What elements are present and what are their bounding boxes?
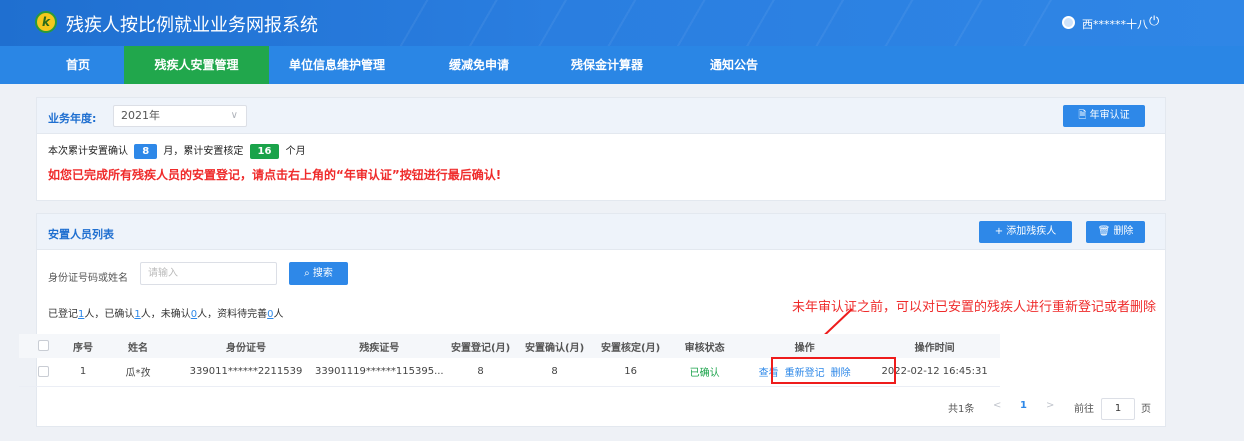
select-all-checkbox[interactable] bbox=[37, 340, 49, 352]
pager-prev-button[interactable]: < bbox=[993, 400, 1001, 411]
nav-item-unit-info[interactable]: 单位信息维护管理 bbox=[278, 46, 396, 84]
registration-stats: 已登记1人，已确认1人，未确认0人，资料待完善0人 bbox=[48, 309, 284, 320]
verify-months-badge: 16 bbox=[249, 144, 280, 159]
delete-button[interactable]: 🗑 删除 bbox=[1086, 221, 1145, 243]
col-header: 安置核定(月) bbox=[591, 334, 670, 358]
col-header: 残疾证号 bbox=[315, 334, 444, 358]
row-name: 瓜*孜 bbox=[99, 358, 177, 387]
col-header: 姓名 bbox=[99, 334, 177, 358]
row-confirm-months: 8 bbox=[517, 358, 592, 387]
pager-next-button[interactable]: > bbox=[1046, 400, 1054, 411]
app-title: 残疾人按比例就业业务网报系统 bbox=[66, 15, 318, 36]
col-header: 身份证号 bbox=[177, 334, 315, 358]
col-header: 安置登记(月) bbox=[443, 334, 518, 358]
user-avatar-icon[interactable] bbox=[1062, 16, 1075, 29]
year-panel: 业务年度: 2021年 ∨ 🗎 年审认证 本次累计安置确认 8 月，累计安置核定… bbox=[36, 97, 1166, 201]
placement-count-line: 本次累计安置确认 8 月，累计安置核定 16 个月 bbox=[48, 144, 306, 159]
power-icon[interactable]: ⏻ bbox=[1149, 14, 1159, 29]
row-verify-months: 16 bbox=[591, 358, 670, 387]
warning-message: 如您已完成所有残疾人员的安置登记，请点击右上角的“年审认证”按钮进行最后确认! bbox=[48, 168, 502, 182]
main-nav: 首页 残疾人安置管理 单位信息维护管理 缓减免申请 残保金计算器 通知公告 bbox=[0, 46, 1244, 84]
year-label: 业务年度: bbox=[48, 112, 97, 125]
row-reg-months: 8 bbox=[443, 358, 518, 387]
col-header: 操作 bbox=[739, 334, 870, 358]
trash-icon: 🗑 bbox=[1097, 226, 1114, 237]
app-header: k 残疾人按比例就业业务网报系统 西******十八 ⏻ bbox=[0, 0, 1244, 46]
row-checkbox[interactable] bbox=[37, 366, 49, 377]
confirm-months-badge: 8 bbox=[134, 144, 158, 159]
search-input[interactable] bbox=[140, 262, 277, 285]
row-id-number: 339011******2211539 bbox=[177, 358, 315, 387]
nav-item-calculator[interactable]: 残保金计算器 bbox=[562, 46, 652, 84]
search-label: 身份证号码或姓名 bbox=[48, 273, 128, 284]
col-header: 序号 bbox=[67, 334, 99, 358]
pager-current-page[interactable]: 1 bbox=[1020, 400, 1027, 411]
nav-item-reduction[interactable]: 缓减免申请 bbox=[434, 46, 524, 84]
document-icon: 🗎 bbox=[1078, 110, 1090, 121]
select-all-header bbox=[19, 334, 67, 358]
col-header: 安置确认(月) bbox=[517, 334, 592, 358]
list-title: 安置人员列表 bbox=[48, 228, 114, 241]
list-panel: 安置人员列表 + 添加残疾人 🗑 删除 身份证号码或姓名 ⌕ 搜索 已登记1人，… bbox=[36, 213, 1166, 427]
list-panel-header: 安置人员列表 + 添加残疾人 🗑 删除 bbox=[37, 214, 1165, 250]
app-logo: k bbox=[35, 11, 57, 33]
col-header: 审核状态 bbox=[669, 334, 740, 358]
add-disabled-person-button[interactable]: + 添加残疾人 bbox=[979, 221, 1072, 243]
chevron-down-icon: ∨ bbox=[230, 110, 238, 121]
nav-item-home[interactable]: 首页 bbox=[40, 46, 116, 84]
row-index: 1 bbox=[67, 358, 99, 387]
row-status: 已确认 bbox=[669, 358, 740, 387]
year-select[interactable]: 2021年 ∨ bbox=[113, 105, 247, 127]
search-icon: ⌕ bbox=[304, 268, 313, 279]
user-name[interactable]: 西******十八 bbox=[1082, 16, 1148, 32]
col-header: 操作时间 bbox=[869, 334, 1000, 358]
row-select-cell bbox=[19, 358, 67, 387]
pager-goto-label: 前往 bbox=[1074, 404, 1094, 415]
actions-highlight-box bbox=[771, 357, 896, 384]
nav-item-notices[interactable]: 通知公告 bbox=[694, 46, 774, 84]
pager-page-unit: 页 bbox=[1141, 404, 1151, 415]
year-select-value: 2021年 bbox=[121, 109, 160, 122]
year-panel-header: 业务年度: 2021年 ∨ 🗎 年审认证 bbox=[37, 98, 1165, 134]
table-header-row: 序号 姓名 身份证号 残疾证号 安置登记(月) 安置确认(月) 安置核定(月) … bbox=[19, 334, 1000, 358]
year-panel-body: 本次累计安置确认 8 月，累计安置核定 16 个月 如您已完成所有残疾人员的安置… bbox=[37, 134, 1165, 202]
nav-item-placement[interactable]: 残疾人安置管理 bbox=[124, 46, 269, 84]
row-card-number: 33901119******115395... bbox=[315, 358, 444, 387]
search-button[interactable]: ⌕ 搜索 bbox=[289, 262, 348, 285]
annual-cert-button[interactable]: 🗎 年审认证 bbox=[1063, 105, 1145, 127]
pager-total: 共1条 bbox=[948, 404, 975, 415]
pager-goto-input[interactable]: 1 bbox=[1101, 398, 1135, 420]
